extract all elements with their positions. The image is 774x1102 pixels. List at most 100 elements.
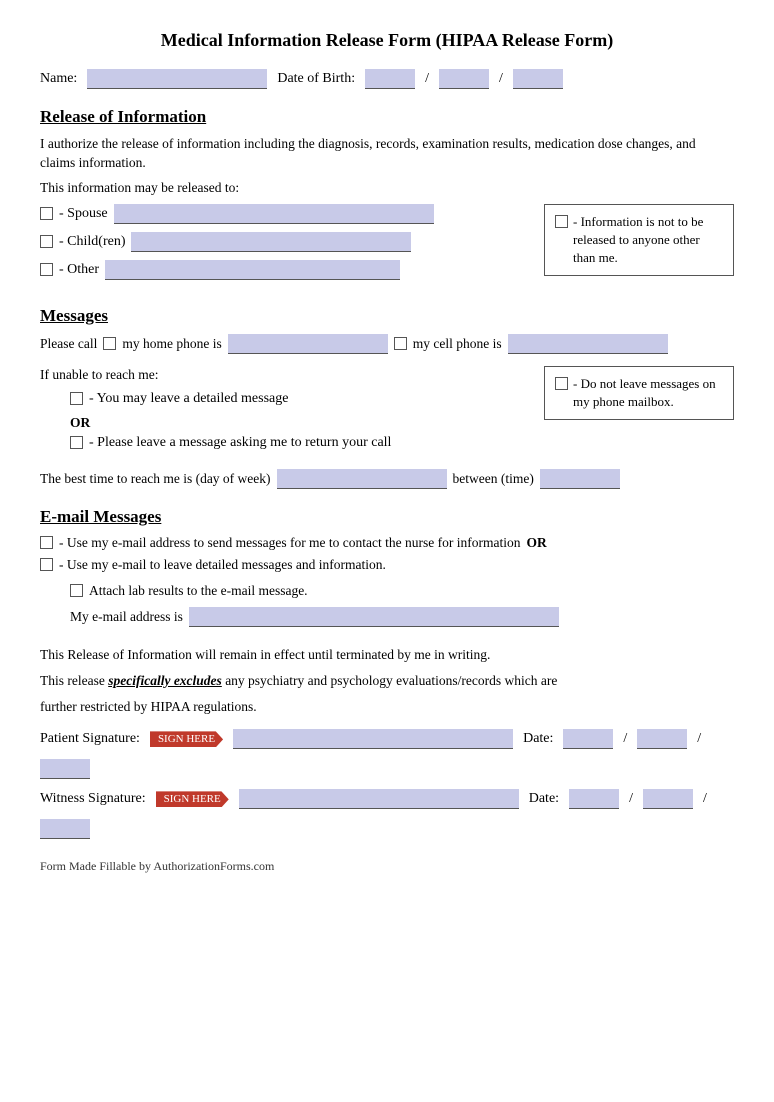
email-section: E-mail Messages - Use my e-mail address … (40, 507, 734, 627)
footer1: This Release of Information will remain … (40, 645, 734, 665)
release-section: Release of Information I authorize the r… (40, 107, 734, 288)
best-time-row: The best time to reach me is (day of wee… (40, 469, 734, 489)
name-dob-row: Name: Date of Birth: / / (40, 69, 734, 89)
detailed-msg-checkbox[interactable] (70, 392, 83, 405)
patient-sig-tag: SIGN HERE (150, 731, 223, 747)
spouse-label: - Spouse (59, 206, 108, 222)
release-left: - Spouse - Child(ren) - Other (40, 204, 524, 288)
dob-slash1: / (425, 71, 429, 87)
witness-sig-row: Witness Signature: SIGN HERE Date: / / (40, 789, 734, 839)
email-addr-label: My e-mail address is (70, 609, 183, 625)
best-time-time-input[interactable] (540, 469, 620, 489)
return-call-checkbox[interactable] (70, 436, 83, 449)
email-title: E-mail Messages (40, 507, 734, 527)
return-call-label: - Please leave a message asking me to re… (89, 435, 391, 451)
email-addr-row: My e-mail address is (70, 607, 734, 627)
footer2-post: any psychiatry and psychology evaluation… (222, 673, 558, 688)
made-by: Form Made Fillable by AuthorizationForms… (40, 859, 734, 874)
release-title: Release of Information (40, 107, 734, 127)
children-label: - Child(ren) (59, 234, 125, 250)
other-checkbox[interactable] (40, 263, 53, 276)
email-option1-row: - Use my e-mail address to send messages… (40, 535, 734, 551)
dob-year-input[interactable] (513, 69, 563, 89)
auth-text1: I authorize the release of information i… (40, 135, 734, 173)
spouse-checkbox[interactable] (40, 207, 53, 220)
do-not-leave-checkbox[interactable] (555, 377, 568, 390)
witness-date-year[interactable] (40, 819, 90, 839)
attach-label: Attach lab results to the e-mail message… (89, 583, 308, 599)
info-box-text: - Information is not to be released to a… (573, 213, 723, 268)
footer2-pre: This release (40, 673, 108, 688)
patient-date-slash2: / (697, 731, 701, 747)
info-box-content: - Information is not to be released to a… (555, 213, 723, 268)
call-prefix: Please call (40, 336, 97, 352)
page-title: Medical Information Release Form (HIPAA … (40, 30, 734, 51)
spouse-row: - Spouse (40, 204, 524, 224)
patient-date-month[interactable] (563, 729, 613, 749)
auth-text2: This information may be released to: (40, 179, 734, 198)
patient-date-day[interactable] (637, 729, 687, 749)
email-option1-prefix: - Use my e-mail address to send messages… (59, 535, 521, 551)
patient-sig-label: Patient Signature: (40, 731, 140, 747)
attach-checkbox[interactable] (70, 584, 83, 597)
witness-sig-input[interactable] (239, 789, 519, 809)
patient-sig-row: Patient Signature: SIGN HERE Date: / / (40, 729, 734, 779)
or-line: OR (70, 415, 524, 431)
not-release-checkbox[interactable] (555, 215, 568, 228)
return-call-row: - Please leave a message asking me to re… (70, 435, 524, 451)
do-not-leave-content: - Do not leave messages on my phone mail… (555, 375, 723, 411)
dob-day-input[interactable] (439, 69, 489, 89)
attach-row: Attach lab results to the e-mail message… (70, 583, 734, 599)
patient-sig-input[interactable] (233, 729, 513, 749)
email-addr-input[interactable] (189, 607, 559, 627)
home-phone-input[interactable] (228, 334, 388, 354)
email-option2-label: - Use my e-mail to leave detailed messag… (59, 557, 386, 573)
email-option2-row: - Use my e-mail to leave detailed messag… (40, 557, 734, 573)
unable-left: If unable to reach me: - You may leave a… (40, 366, 524, 459)
unable-section: If unable to reach me: - You may leave a… (40, 366, 734, 459)
other-row: - Other (40, 260, 524, 280)
witness-sig-label: Witness Signature: (40, 791, 146, 807)
witness-date-day[interactable] (643, 789, 693, 809)
date-label2: Date: (529, 791, 559, 807)
spouse-input[interactable] (114, 204, 434, 224)
footer2-bold: specifically excludes (108, 673, 222, 688)
other-input[interactable] (105, 260, 400, 280)
witness-date-slash1: / (629, 791, 633, 807)
footer3: further restricted by HIPAA regulations. (40, 697, 734, 717)
messages-section: Messages Please call my home phone is my… (40, 306, 734, 489)
patient-date-year[interactable] (40, 759, 90, 779)
children-checkbox[interactable] (40, 235, 53, 248)
unable-label: If unable to reach me: (40, 366, 524, 385)
best-time-day-input[interactable] (277, 469, 447, 489)
home-phone-checkbox[interactable] (103, 337, 116, 350)
dob-slash2: / (499, 71, 503, 87)
email-option1-or: OR (527, 535, 547, 551)
email-option2-checkbox[interactable] (40, 558, 53, 571)
cell-phone-checkbox[interactable] (394, 337, 407, 350)
detailed-msg-row: - You may leave a detailed message (70, 391, 524, 407)
detailed-msg-label: - You may leave a detailed message (89, 391, 288, 407)
dob-label: Date of Birth: (277, 71, 355, 87)
cell-phone-input[interactable] (508, 334, 668, 354)
footer-section: This Release of Information will remain … (40, 645, 734, 840)
name-label: Name: (40, 71, 77, 87)
email-option1-checkbox[interactable] (40, 536, 53, 549)
do-not-leave-box: - Do not leave messages on my phone mail… (544, 366, 734, 420)
info-box: - Information is not to be released to a… (544, 204, 734, 277)
witness-date-month[interactable] (569, 789, 619, 809)
release-options-row: - Spouse - Child(ren) - Other - Informat… (40, 204, 734, 288)
dob-month-input[interactable] (365, 69, 415, 89)
children-input[interactable] (131, 232, 411, 252)
footer2: This release specifically excludes any p… (40, 671, 734, 691)
children-row: - Child(ren) (40, 232, 524, 252)
between-label: between (time) (453, 471, 534, 487)
patient-date-slash1: / (623, 731, 627, 747)
name-input[interactable] (87, 69, 267, 89)
do-not-leave-label: - Do not leave messages on my phone mail… (573, 375, 723, 411)
call-row: Please call my home phone is my cell pho… (40, 334, 734, 354)
home-label: my home phone is (122, 336, 221, 352)
date-label1: Date: (523, 731, 553, 747)
witness-date-slash2: / (703, 791, 707, 807)
witness-sig-tag: SIGN HERE (156, 791, 229, 807)
